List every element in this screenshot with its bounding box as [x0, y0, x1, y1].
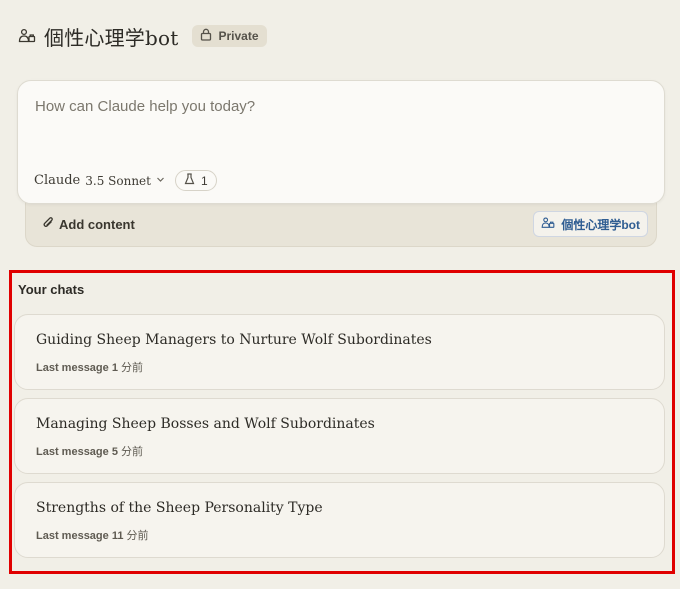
- composer-toolbar: Claude 3.5 Sonnet 1: [34, 170, 217, 191]
- add-content-label: Add content: [59, 216, 135, 232]
- project-chip-label: 個性心理学bot: [561, 217, 640, 232]
- last-message-label: Last message: [36, 362, 109, 374]
- project-people-icon: [541, 216, 555, 233]
- chat-item[interactable]: Strengths of the Sheep Personality Type …: [14, 482, 665, 558]
- chats-heading: Your chats: [18, 282, 85, 297]
- last-message-unit: 分前: [121, 446, 144, 458]
- chat-last-message: Last message 5 分前: [36, 443, 143, 459]
- private-badge: Private: [192, 25, 267, 47]
- add-content-button[interactable]: Add content: [42, 216, 135, 233]
- chats-section: Your chats Guiding Sheep Managers to Nur…: [9, 270, 675, 574]
- model-version: 3.5 Sonnet: [85, 173, 151, 188]
- chat-item[interactable]: Managing Sheep Bosses and Wolf Subordina…: [14, 398, 665, 474]
- chevron-down-icon: [156, 173, 165, 188]
- last-message-unit: 分前: [126, 530, 149, 542]
- chat-input[interactable]: [35, 98, 635, 115]
- last-message-label: Last message: [36, 530, 109, 542]
- chat-item[interactable]: Guiding Sheep Managers to Nurture Wolf S…: [14, 314, 665, 390]
- composer-container: Claude 3.5 Sonnet 1: [17, 80, 665, 247]
- model-selector[interactable]: Claude 3.5 Sonnet: [34, 173, 165, 188]
- private-badge-label: Private: [218, 29, 259, 43]
- chat-last-message: Last message 11 分前: [36, 527, 149, 543]
- model-name: Claude: [34, 173, 81, 188]
- project-page: 個性心理学bot Private Claude 3.5 Sonnet: [0, 0, 680, 589]
- project-header: 個性心理学bot Private: [18, 22, 267, 50]
- project-chip[interactable]: 個性心理学bot: [533, 211, 648, 237]
- composer: Claude 3.5 Sonnet 1: [17, 80, 665, 204]
- chat-title: Strengths of the Sheep Personality Type: [36, 500, 323, 516]
- flask-icon: [184, 173, 195, 188]
- last-message-number: 5: [111, 446, 118, 458]
- style-count: 1: [200, 173, 208, 188]
- last-message-number: 11: [111, 530, 124, 542]
- paperclip-icon: [42, 216, 55, 233]
- last-message-number: 1: [111, 362, 118, 374]
- project-title: 個性心理学bot: [44, 25, 179, 50]
- chat-title: Guiding Sheep Managers to Nurture Wolf S…: [36, 332, 432, 348]
- style-chip[interactable]: 1: [174, 170, 217, 191]
- attach-bar: Add content 個性心理学bot: [25, 202, 657, 247]
- last-message-unit: 分前: [121, 362, 144, 374]
- chat-title: Managing Sheep Bosses and Wolf Subordina…: [36, 416, 375, 432]
- project-people-icon: [18, 27, 36, 45]
- last-message-label: Last message: [36, 446, 109, 458]
- lock-icon: [200, 28, 212, 44]
- chat-last-message: Last message 1 分前: [36, 359, 143, 375]
